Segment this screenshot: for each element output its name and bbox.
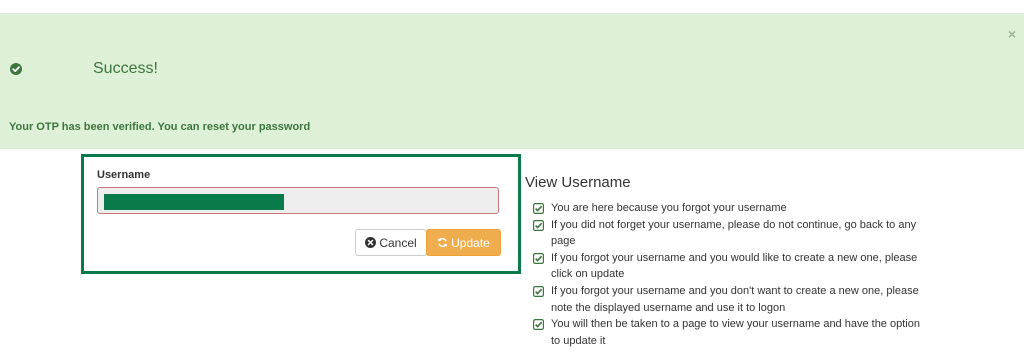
update-label: Update — [451, 235, 490, 250]
list-item: You will then be taken to a page to view… — [533, 316, 923, 349]
check-circle-icon — [10, 63, 22, 75]
list-item-text: You are here because you forgot your use… — [551, 202, 787, 214]
cancel-label: Cancel — [379, 235, 417, 250]
check-square-icon — [533, 252, 545, 264]
update-button[interactable]: Update — [426, 229, 501, 256]
refresh-icon — [437, 237, 448, 248]
check-square-icon — [533, 285, 545, 297]
list-item: If you did not forget your username, ple… — [533, 217, 923, 250]
username-field[interactable] — [97, 187, 499, 214]
list-item-text: If you forgot your username and you woul… — [551, 251, 918, 281]
list-item: You are here because you forgot your use… — [533, 200, 923, 217]
list-item-text: You will then be taken to a page to view… — [551, 318, 920, 347]
list-item-text: If you forgot your username and you don'… — [551, 284, 919, 314]
close-icon[interactable]: × — [1008, 27, 1016, 41]
info-title: View Username — [525, 174, 631, 191]
username-form: Username Cancel Update — [81, 154, 521, 274]
check-square-icon — [533, 219, 545, 231]
check-square-icon — [533, 319, 545, 331]
cancel-button[interactable]: Cancel — [355, 229, 427, 256]
list-item: If you forgot your username and you don'… — [533, 283, 923, 316]
username-label: Username — [97, 169, 151, 181]
check-square-icon — [533, 203, 545, 215]
redacted-username — [104, 194, 284, 210]
list-item-text: If you did not forget your username, ple… — [551, 218, 917, 248]
alert-message: Your OTP has been verified. You can rese… — [9, 121, 311, 133]
list-item: If you forgot your username and you woul… — [533, 250, 923, 283]
info-list: You are here because you forgot your use… — [533, 200, 923, 349]
success-alert: × Success! Your OTP has been verified. Y… — [0, 13, 1024, 149]
alert-title: Success! — [93, 60, 158, 77]
times-circle-icon — [365, 237, 377, 248]
